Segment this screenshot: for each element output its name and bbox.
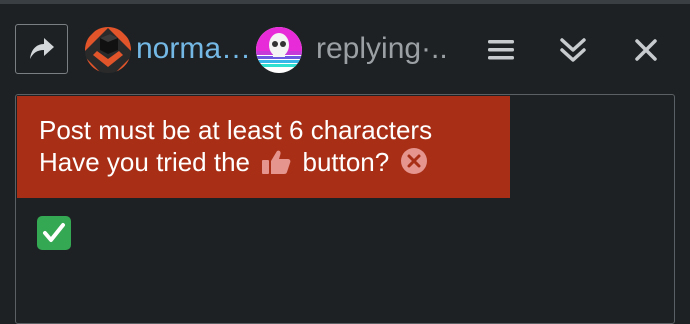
collapse-composer-button[interactable]	[553, 30, 593, 70]
reply-target-avatar[interactable]	[256, 27, 302, 73]
composer-header: norma… replying·..	[0, 4, 690, 92]
popup-line2-end: button?	[302, 147, 390, 177]
close-composer-button[interactable]	[626, 30, 666, 70]
popup-line2-start: Have you tried the	[39, 147, 251, 177]
popup-message-line1: Post must be at least 6 characters	[39, 115, 433, 145]
close-icon	[635, 39, 657, 61]
share-arrow-icon	[29, 38, 54, 59]
dismiss-x-icon[interactable]	[400, 147, 428, 182]
user-avatar[interactable]	[85, 27, 131, 73]
replying-to-label[interactable]: replying·..	[316, 30, 448, 68]
double-chevron-down-icon	[560, 38, 586, 62]
thumbs-up-icon	[261, 149, 291, 182]
popup-message-line2: Have you tried the button?	[39, 146, 488, 182]
validation-popup: Post must be at least 6 characters Have …	[17, 96, 510, 198]
hamburger-menu-icon	[488, 40, 514, 60]
username[interactable]: norma…	[136, 30, 251, 68]
toolbar-menu-button[interactable]	[481, 30, 521, 70]
reply-type-button[interactable]	[15, 24, 68, 74]
check-mark-emoji	[37, 216, 71, 250]
